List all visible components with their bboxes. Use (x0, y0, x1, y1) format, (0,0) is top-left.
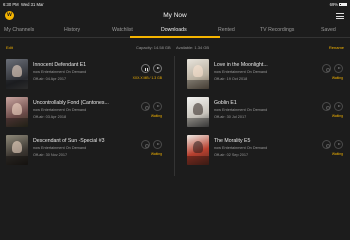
download-progress: XXX.X MB / 1.3 GB (132, 75, 162, 80)
item-date: Off-air: 03 Apr 2018 (33, 115, 67, 119)
page-title: My Now (163, 12, 187, 19)
play-icon[interactable] (334, 140, 343, 149)
item-date: Off-air: 30 Jul 2017 (214, 115, 247, 119)
download-item[interactable]: Goblin E1 now Entertainment On Demand Of… (187, 97, 350, 135)
item-provider: now Entertainment On Demand (33, 69, 87, 74)
waiting-icon (322, 140, 331, 149)
tab-bar: My Channels History Watchlist Downloads … (0, 24, 350, 38)
rename-button[interactable]: Rename (329, 45, 344, 50)
waiting-icon (141, 140, 150, 149)
play-icon[interactable] (334, 64, 343, 73)
item-provider: now Entertainment On Demand (214, 145, 268, 150)
download-status: Waiting (150, 113, 162, 118)
thumbnail (187, 135, 209, 165)
item-date: Off-air: 30 Nov 2017 (33, 153, 68, 157)
thumbnail (6, 59, 28, 89)
status-time: 6:30 PM Wed 31 Mar (3, 1, 44, 7)
item-title: Goblin E1 (214, 100, 237, 106)
tab-downloads[interactable]: Downloads (161, 27, 187, 33)
thumbnail (187, 59, 209, 89)
item-date: Off-air: 19 Oct 2018 (214, 77, 248, 81)
item-provider: now Entertainment On Demand (33, 107, 87, 112)
thumbnail (6, 135, 28, 165)
item-title: The Morality E5 (214, 138, 251, 144)
edit-button[interactable]: Edit (6, 45, 13, 50)
download-status: Waiting (331, 151, 343, 156)
tab-tv-recordings[interactable]: TV Recordings (260, 27, 294, 33)
download-status: Waiting (331, 75, 343, 80)
tab-history[interactable]: History (64, 27, 80, 33)
tab-watchlist[interactable]: Watchlist (112, 27, 133, 33)
item-provider: now Entertainment On Demand (214, 69, 268, 74)
thumbnail (6, 97, 28, 127)
storage-bar: Edit Capacity: 14.58 GB Available: 1.34 … (0, 44, 350, 52)
play-icon[interactable] (334, 102, 343, 111)
status-bar: 6:30 PM Wed 31 Mar 69% (0, 0, 350, 8)
thumbnail (187, 97, 209, 127)
menu-icon[interactable] (336, 13, 344, 19)
pause-icon[interactable] (141, 64, 150, 73)
item-date: Off-air: 04 Apr 2017 (33, 77, 67, 81)
tab-my-channels[interactable]: My Channels (4, 27, 34, 33)
waiting-icon (322, 64, 331, 73)
item-date: Off-air: 02 Sep 2017 (214, 153, 249, 157)
available-text: Available: 1.34 GB (176, 45, 210, 50)
item-provider: now Entertainment On Demand (33, 145, 87, 150)
item-title: Uncontrollably Fond (Cantones... (33, 100, 109, 106)
play-icon[interactable] (153, 64, 162, 73)
play-icon[interactable] (153, 102, 162, 111)
play-icon[interactable] (153, 140, 162, 149)
battery-indicator: 69% (330, 2, 347, 7)
header: w My Now (0, 8, 350, 24)
item-title: Love in the Moonlight... (214, 62, 268, 68)
download-item[interactable]: Love in the Moonlight... now Entertainme… (187, 59, 350, 97)
battery-icon (339, 2, 347, 7)
download-item[interactable]: Descendant of Sun -Special #3 now Entert… (6, 135, 174, 173)
capacity-text: Capacity: 14.58 GB (136, 45, 171, 50)
item-provider: now Entertainment On Demand (214, 107, 268, 112)
download-status: Waiting (150, 151, 162, 156)
download-status: Waiting (331, 113, 343, 118)
item-title: Innocent Defendant E1 (33, 62, 87, 68)
download-item[interactable]: Uncontrollably Fond (Cantones... now Ent… (6, 97, 174, 135)
tab-saved[interactable]: Saved (321, 27, 336, 33)
active-tab-indicator (130, 36, 220, 38)
waiting-icon (322, 102, 331, 111)
item-title: Descendant of Sun -Special #3 (33, 138, 105, 144)
waiting-icon (141, 102, 150, 111)
download-item[interactable]: Innocent Defendant E1 now Entertainment … (6, 59, 174, 97)
download-item[interactable]: The Morality E5 now Entertainment On Dem… (187, 135, 350, 173)
tab-rented[interactable]: Rented (218, 27, 235, 33)
column-divider (174, 56, 175, 176)
